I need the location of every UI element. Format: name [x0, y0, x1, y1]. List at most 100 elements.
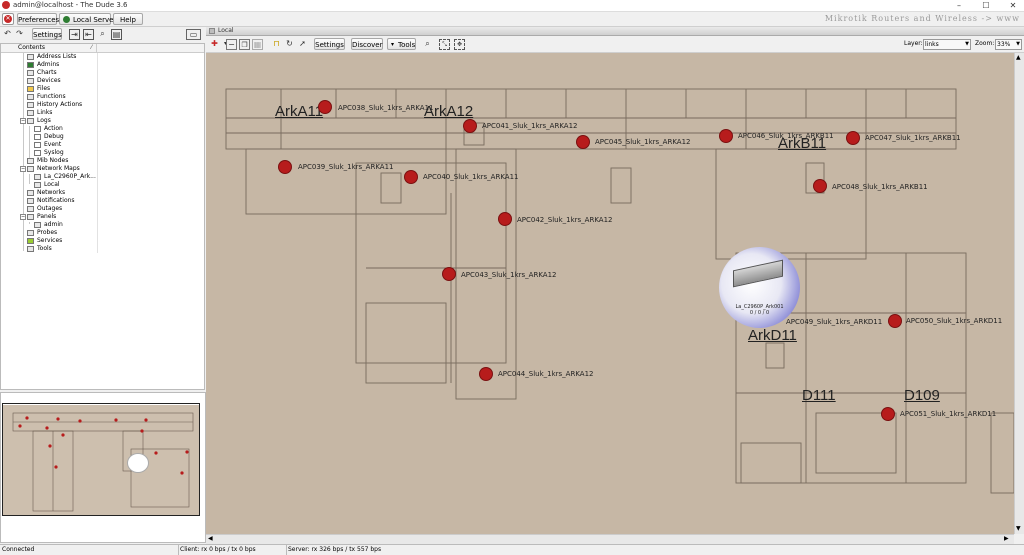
- access-point-label[interactable]: APC045_Sluk_1krs_ARKA12: [595, 138, 690, 146]
- minimap-viewport[interactable]: [2, 403, 200, 516]
- access-point-dot[interactable]: [279, 161, 291, 173]
- room-label-arka11[interactable]: ArkA11: [275, 103, 323, 120]
- close-button[interactable]: ✕: [1004, 0, 1022, 11]
- access-point-label[interactable]: APC042_Sluk_1krs_ARKA12: [517, 216, 612, 224]
- import-icon[interactable]: ⇤: [83, 29, 94, 40]
- tree-item[interactable]: History Actions: [1, 101, 204, 109]
- tree-item[interactable]: − Network Maps: [1, 165, 204, 173]
- maximize-button[interactable]: ☐: [977, 0, 995, 11]
- access-point-dot[interactable]: [443, 268, 455, 280]
- rotate-icon[interactable]: ↻: [284, 39, 295, 50]
- tree-item[interactable]: Functions: [1, 93, 204, 101]
- find-icon[interactable]: ⌕: [97, 29, 108, 40]
- contents-column-header[interactable]: Contents: [1, 44, 97, 52]
- access-point-dot[interactable]: [480, 368, 492, 380]
- access-point-label[interactable]: APC038_Sluk_1krs_ARKA11: [338, 104, 433, 112]
- tree-item[interactable]: Links: [1, 109, 204, 117]
- scroll-left-icon[interactable]: ◀: [208, 535, 213, 542]
- tree-item[interactable]: − Panels: [1, 213, 204, 221]
- copy-icon[interactable]: ❐: [239, 39, 250, 50]
- access-point-dot[interactable]: [405, 171, 417, 183]
- tree-item[interactable]: Debug: [1, 133, 204, 141]
- paste-icon[interactable]: ▦: [252, 39, 263, 50]
- panel-layout-icon[interactable]: ▭: [186, 29, 201, 40]
- tree-item[interactable]: Devices: [1, 77, 204, 85]
- room-label-d109[interactable]: D109: [904, 387, 940, 404]
- tree-item[interactable]: Action: [1, 125, 204, 133]
- pointer-icon[interactable]: ➚: [297, 39, 308, 50]
- settings-button[interactable]: Settings: [32, 28, 62, 40]
- disconnect-button[interactable]: ✕: [2, 13, 14, 25]
- access-point-dot[interactable]: [814, 180, 826, 192]
- access-point-dot[interactable]: [577, 136, 589, 148]
- switch-device-node[interactable]: La_C2960P_Ark001 0 / 0 / 0: [719, 247, 800, 328]
- access-point-label[interactable]: APC049_Sluk_1krs_ARKD11: [786, 318, 882, 326]
- tree-item[interactable]: Networks: [1, 189, 204, 197]
- zoom-fit-icon[interactable]: ✥: [454, 39, 465, 50]
- map-settings-button[interactable]: Settings: [314, 38, 345, 50]
- tools-dropdown[interactable]: ▾ Tools: [387, 38, 416, 50]
- access-point-label[interactable]: APC046_Sluk_1krs_ARKB11: [738, 132, 834, 140]
- minimize-button[interactable]: –: [950, 0, 968, 11]
- network-map-canvas[interactable]: ArkA11 ArkA12 ArkB11 ArkD11 D111 D109 AP…: [206, 53, 1014, 534]
- access-point-label[interactable]: APC047_Sluk_1krs_ARKB11: [865, 134, 961, 142]
- tree-item[interactable]: Charts: [1, 69, 204, 77]
- room-label-arkd11[interactable]: ArkD11: [748, 327, 797, 344]
- tree-item[interactable]: Local: [1, 181, 204, 189]
- access-point-label[interactable]: APC041_Sluk_1krs_ARKA12: [482, 122, 577, 130]
- scroll-right-icon[interactable]: ▶: [1004, 535, 1009, 542]
- tree-item[interactable]: Services: [1, 237, 204, 245]
- tree-item[interactable]: admin: [1, 221, 204, 229]
- tree-item[interactable]: Tools: [1, 245, 204, 253]
- scroll-down-icon[interactable]: ▼: [1016, 525, 1021, 532]
- access-point-dot[interactable]: [847, 132, 859, 144]
- access-point-label[interactable]: APC048_Sluk_1krs_ARKB11: [832, 183, 928, 191]
- access-point-dot[interactable]: [882, 408, 894, 420]
- access-point-label[interactable]: APC040_Sluk_1krs_ARKA11: [423, 173, 518, 181]
- tree-item[interactable]: Event: [1, 141, 204, 149]
- lock-icon[interactable]: ⊓: [271, 39, 282, 50]
- access-point-label[interactable]: APC050_Sluk_1krs_ARKD11: [906, 317, 1002, 325]
- access-point-dot[interactable]: [499, 213, 511, 225]
- tree-item[interactable]: Outages: [1, 205, 204, 213]
- access-point-dot[interactable]: [889, 315, 901, 327]
- tree-item[interactable]: Syslog: [1, 149, 204, 157]
- tree-item[interactable]: Probes: [1, 229, 204, 237]
- tree-item[interactable]: Admins: [1, 61, 204, 69]
- window-menu-icon[interactable]: [209, 28, 215, 34]
- tree-item[interactable]: Address Lists: [1, 53, 204, 61]
- tree-item[interactable]: Files: [1, 85, 204, 93]
- zoom-select[interactable]: 33% ▼: [995, 39, 1022, 50]
- collapse-icon[interactable]: −: [20, 118, 26, 124]
- binoculars-icon[interactable]: ⌕: [422, 39, 433, 50]
- access-point-label[interactable]: APC051_Sluk_1krs_ARKD11: [900, 410, 996, 418]
- collapse-icon[interactable]: −: [20, 166, 26, 172]
- local-server-button[interactable]: Local Server: [59, 13, 116, 25]
- access-point-label[interactable]: APC043_Sluk_1krs_ARKA12: [461, 271, 556, 279]
- fit-to-window-icon[interactable]: ⤡: [439, 39, 450, 50]
- scroll-up-icon[interactable]: ▲: [1016, 54, 1021, 61]
- access-point-dot[interactable]: [319, 101, 331, 113]
- add-icon[interactable]: ✚: [209, 39, 220, 50]
- tree-item[interactable]: La_C2960P_Ark...: [1, 173, 204, 181]
- collapse-icon[interactable]: −: [20, 214, 26, 220]
- preferences-button[interactable]: Preferences: [17, 13, 59, 25]
- room-label-d111[interactable]: D111: [802, 387, 836, 404]
- help-button[interactable]: Help: [113, 13, 143, 25]
- tree-item[interactable]: Notifications: [1, 197, 204, 205]
- access-point-dot[interactable]: [720, 130, 732, 142]
- access-point-label[interactable]: APC039_Sluk_1krs_ARKA11: [298, 163, 393, 171]
- export-icon[interactable]: ⇥: [69, 29, 80, 40]
- access-point-dot[interactable]: [464, 120, 476, 132]
- vertical-scrollbar[interactable]: ▲ ▼: [1014, 53, 1024, 534]
- tree-item[interactable]: Mib Nodes: [1, 157, 204, 165]
- discover-button[interactable]: Discover: [351, 38, 383, 50]
- layer-select[interactable]: links ▼: [923, 39, 971, 50]
- remove-icon[interactable]: −: [226, 39, 237, 50]
- horizontal-scrollbar[interactable]: ◀ ▶: [206, 534, 1014, 544]
- access-point-label[interactable]: APC044_Sluk_1krs_ARKA12: [498, 370, 593, 378]
- print-icon[interactable]: ▤: [111, 29, 122, 40]
- redo-icon[interactable]: ↷: [14, 29, 25, 40]
- undo-icon[interactable]: ↶: [2, 29, 13, 40]
- tree-item[interactable]: − Logs: [1, 117, 204, 125]
